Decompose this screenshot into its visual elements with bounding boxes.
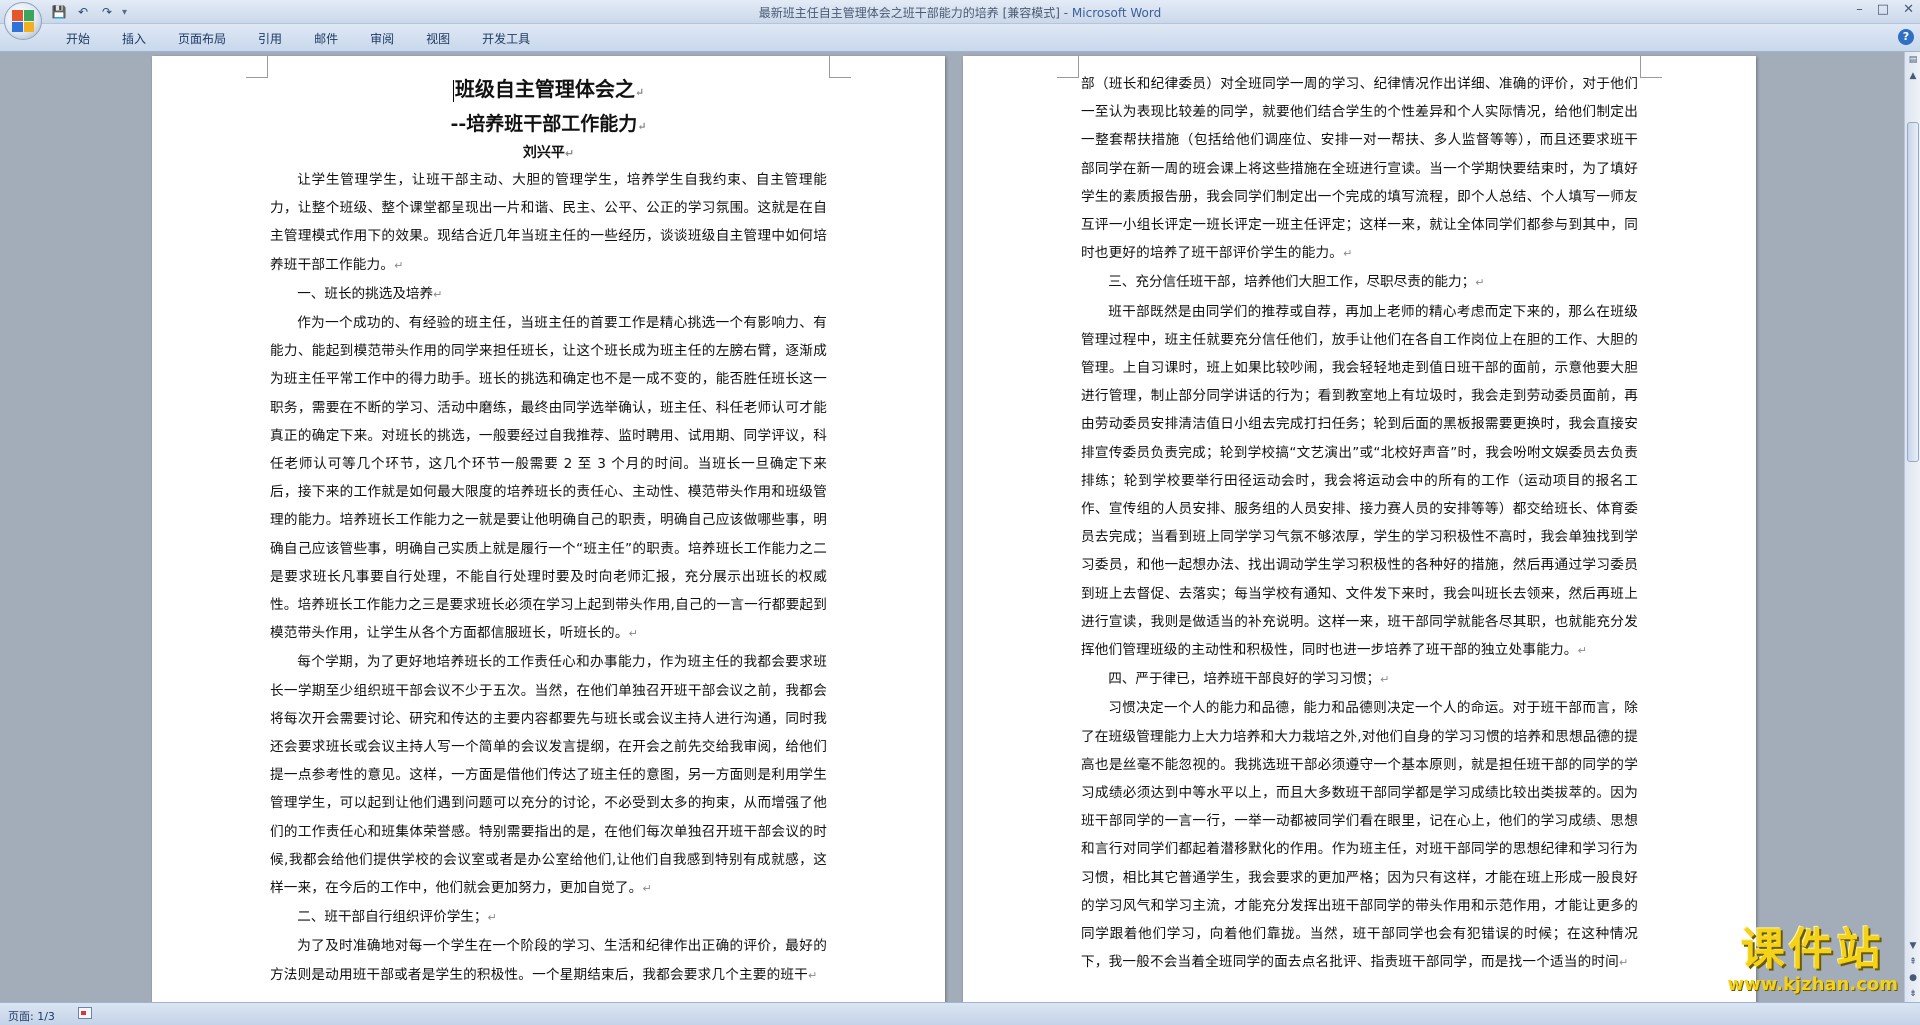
ribbon-tabs: 开始 插入 页面布局 引用 邮件 审阅 视图 开发工具 (50, 30, 546, 48)
previous-page-icon[interactable]: ⇞ (1905, 954, 1920, 970)
section-heading: 二、班干部自行组织评价学生；↵ (297, 909, 497, 926)
ribbon: 开始 插入 页面布局 引用 邮件 审阅 视图 开发工具 ? (0, 24, 1920, 52)
page-1-body: 让学生管理学生，让班干部主动、大胆的管理学生，培养学生自我约束、自主管理能力，让… (270, 166, 827, 990)
office-button[interactable] (4, 2, 42, 40)
tab-review[interactable]: 审阅 (354, 30, 410, 48)
ruler-toggle-icon[interactable]: ▤ (1905, 52, 1920, 68)
scroll-down-icon[interactable]: ▼ (1905, 938, 1920, 954)
office-logo-icon (12, 10, 34, 32)
status-bar: 页面: 1/3 (0, 1002, 1920, 1025)
section-heading: 四、严于律已，培养班干部良好的学习习惯；↵ (1108, 671, 1390, 688)
next-page-icon[interactable]: ⇟ (1905, 986, 1920, 1002)
margin-mark (246, 56, 268, 78)
page-count-status[interactable]: 页面: 1/3 (8, 1008, 55, 1024)
page-2[interactable]: 部（班长和纪律委员）对全班同学一周的学习、纪律情况作出详细、准确的评价，对于他们… (963, 56, 1756, 1002)
paragraph: 让学生管理学生，让班干部主动、大胆的管理学生，培养学生自我约束、自主管理能力，让… (270, 172, 827, 273)
margin-mark (1057, 56, 1079, 78)
app-name: Microsoft Word (1071, 6, 1162, 20)
document-title: 最新班主任自主管理体会之班干部能力的培养 [兼容模式] - (758, 6, 1072, 20)
page-1-content: 班级自主管理体会之↵ --培养班干部工作能力↵ 刘兴平↵ 让学生管理学生，让班干… (270, 70, 827, 990)
scrollbar-thumb[interactable] (1907, 122, 1919, 462)
proofing-icon[interactable] (78, 1007, 92, 1019)
margin-mark (1640, 56, 1662, 78)
paragraph: 班干部既然是由同学们的推荐或自荐，再加上老师的精心考虑而定下来的，那么在班级管理… (1081, 303, 1638, 659)
document-author: 刘兴平↵ (522, 145, 575, 161)
section-heading: 三、充分信任班干部，培养他们大胆工作，尽职尽责的能力；↵ (1108, 274, 1485, 291)
title-bar: 💾 ↶ ↷ ▾ 最新班主任自主管理体会之班干部能力的培养 [兼容模式] - Mi… (0, 0, 1920, 24)
browse-object-icon[interactable]: ● (1905, 970, 1920, 986)
document-heading: 班级自主管理体会之↵ (452, 77, 645, 102)
tab-references[interactable]: 引用 (242, 30, 298, 48)
help-icon[interactable]: ? (1898, 29, 1914, 45)
scroll-up-icon[interactable]: ▲ (1905, 68, 1920, 84)
close-button[interactable]: ✕ (1903, 2, 1914, 17)
paragraph: 作为一个成功的、有经验的班主任，当班主任的首要工作是精心挑选一个有影响力、有能力… (270, 315, 827, 642)
page-2-body: 部（班长和纪律委员）对全班同学一周的学习、纪律情况作出详细、准确的评价，对于他们… (1081, 70, 1638, 978)
document-subtitle: --培养班干部工作能力↵ (450, 113, 647, 135)
page-1[interactable]: 班级自主管理体会之↵ --培养班干部工作能力↵ 刘兴平↵ 让学生管理学生，让班干… (152, 56, 945, 1002)
margin-mark (829, 56, 851, 78)
vertical-scrollbar[interactable]: ▤ ▲ ▼ ⇞ ● ⇟ (1904, 52, 1920, 1002)
paragraph: 为了及时准确地对每一个学生在一个阶段的学习、生活和纪律作出正确的评价，最好的方法… (270, 938, 827, 983)
page-2-content: 部（班长和纪律委员）对全班同学一周的学习、纪律情况作出详细、准确的评价，对于他们… (1081, 70, 1638, 978)
tab-view[interactable]: 视图 (410, 30, 466, 48)
text-cursor (452, 79, 454, 102)
watermark-url: www.kjzhan.com (1727, 974, 1898, 995)
tab-developer[interactable]: 开发工具 (466, 30, 546, 48)
paragraph: 部（班长和纪律委员）对全班同学一周的学习、纪律情况作出详细、准确的评价，对于他们… (1081, 76, 1638, 262)
paragraph: 习惯决定一个人的能力和品德，能力和品德则决定一个人的命运。对于班干部而言，除了在… (1081, 700, 1638, 971)
watermark-logo: 课件站 (1740, 924, 1885, 975)
tab-insert[interactable]: 插入 (106, 30, 162, 48)
tab-home[interactable]: 开始 (50, 30, 106, 48)
window-title: 最新班主任自主管理体会之班干部能力的培养 [兼容模式] - Microsoft … (0, 4, 1920, 21)
tab-mailings[interactable]: 邮件 (298, 30, 354, 48)
section-heading: 一、班长的挑选及培养↵ (297, 285, 443, 302)
window-controls: – □ ✕ (1856, 2, 1914, 17)
minimize-button[interactable]: – (1856, 2, 1863, 17)
maximize-button[interactable]: □ (1877, 2, 1889, 17)
document-area: 班级自主管理体会之↵ --培养班干部工作能力↵ 刘兴平↵ 让学生管理学生，让班干… (0, 52, 1904, 1002)
watermark: 课件站 www.kjzhan.com (1727, 925, 1898, 995)
tab-page-layout[interactable]: 页面布局 (162, 30, 242, 48)
paragraph: 每个学期，为了更好地培养班长的工作责任心和办事能力，作为班主任的我都会要求班长一… (270, 654, 827, 897)
